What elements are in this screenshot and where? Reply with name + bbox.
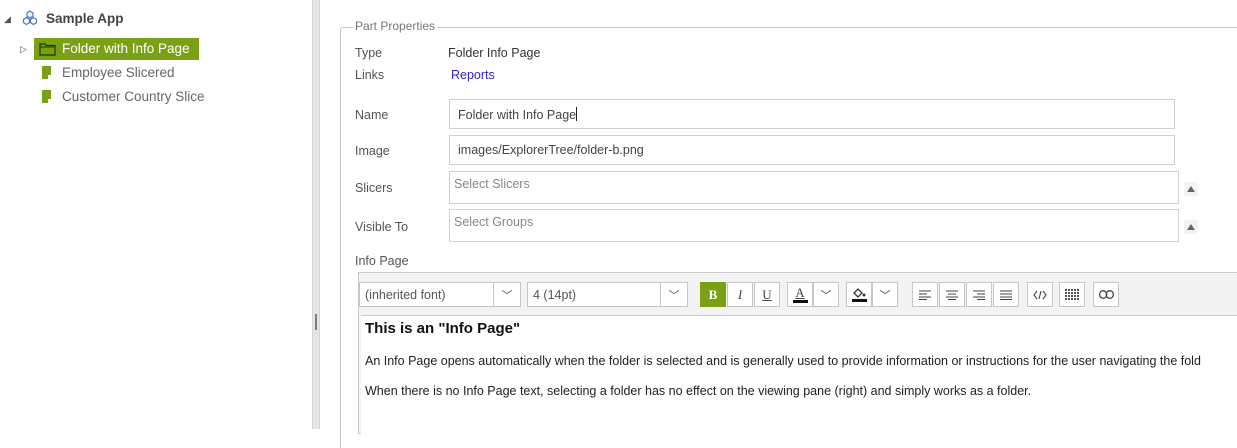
chevron-down-icon[interactable]: ﹀ <box>493 283 520 306</box>
info-page-editor: (inherited font) ﹀ 4 (14pt) ﹀ B I U A ﹀ … <box>358 272 1237 434</box>
tree-item-label: Folder with Info Page <box>62 41 190 56</box>
info-page-label: Info Page <box>355 254 409 268</box>
fieldset-legend: Part Properties <box>353 19 438 33</box>
app-icon <box>22 10 38 31</box>
justify-icon <box>1000 289 1012 300</box>
background-color-button[interactable] <box>846 282 872 307</box>
tree-item-folder-with-info-page[interactable]: Folder with Info Page <box>34 38 199 60</box>
underline-button[interactable]: U <box>754 282 780 307</box>
reports-link[interactable]: Reports <box>451 68 495 82</box>
slicers-resize-handle[interactable] <box>1184 182 1198 196</box>
app-label[interactable]: Sample App <box>46 11 124 26</box>
text-color-icon: A <box>795 285 805 300</box>
align-center-icon <box>946 289 958 300</box>
info-page-paragraph-2: When there is no Info Page text, selecti… <box>365 384 1032 398</box>
text-color-dropdown[interactable]: ﹀ <box>813 282 839 307</box>
links-label: Links <box>355 68 385 82</box>
link-icon <box>1098 290 1114 299</box>
folder-icon <box>39 42 56 61</box>
align-center-button[interactable] <box>939 282 965 307</box>
chevron-down-icon[interactable]: ﹀ <box>660 283 687 306</box>
font-size-value: 4 (14pt) <box>533 288 577 302</box>
image-field[interactable]: images/ExplorerTree/folder-b.png <box>449 135 1175 165</box>
info-page-paragraph-1: An Info Page opens automatically when th… <box>365 354 1201 368</box>
resize-arrow-icon <box>1187 224 1195 230</box>
slicer-icon <box>42 90 51 103</box>
text-color-button[interactable]: A <box>787 282 813 307</box>
type-label: Type <box>355 46 383 60</box>
justify-button[interactable] <box>993 282 1019 307</box>
align-right-button[interactable] <box>966 282 992 307</box>
tree-item-label: Customer Country Slice <box>62 89 205 104</box>
name-value: Folder with Info Page <box>458 108 577 122</box>
visible-to-label: Visible To <box>355 220 409 234</box>
font-size-select[interactable]: 4 (14pt) ﹀ <box>527 282 688 307</box>
view-source-button[interactable] <box>1027 282 1053 307</box>
visible-to-select[interactable]: Select Groups <box>449 209 1179 242</box>
name-label: Name <box>355 108 389 122</box>
slicers-select[interactable]: Select Slicers <box>449 171 1179 204</box>
slicers-placeholder: Select Slicers <box>454 177 530 191</box>
visible-to-resize-handle[interactable] <box>1184 220 1198 234</box>
slicer-icon <box>42 66 51 79</box>
bold-button[interactable]: B <box>700 282 726 307</box>
splitter-grip[interactable] <box>315 314 317 330</box>
name-field[interactable]: Folder with Info Page <box>449 99 1175 129</box>
code-icon <box>1033 290 1047 299</box>
editor-content-area[interactable]: This is an "Info Page" An Info Page open… <box>361 315 1237 434</box>
tree-item-label: Employee Slicered <box>62 65 175 80</box>
color-swatch <box>851 299 867 302</box>
type-value: Folder Info Page <box>448 46 541 60</box>
insert-link-button[interactable] <box>1093 282 1119 307</box>
background-color-dropdown[interactable]: ﹀ <box>872 282 898 307</box>
resize-arrow-icon <box>1187 186 1195 192</box>
paint-bucket-icon <box>853 288 866 298</box>
expand-arrow-icon[interactable]: ▷ <box>20 44 27 55</box>
font-family-select[interactable]: (inherited font) ﹀ <box>359 282 521 307</box>
pane-splitter[interactable] <box>312 0 320 429</box>
image-value: images/ExplorerTree/folder-b.png <box>458 143 644 157</box>
align-right-icon <box>973 289 985 300</box>
slicers-label: Slicers <box>355 181 393 195</box>
align-left-icon <box>919 289 931 300</box>
collapse-arrow-icon[interactable]: ◢ <box>4 14 11 25</box>
image-label: Image <box>355 144 390 158</box>
text-cursor <box>576 107 578 121</box>
font-family-value: (inherited font) <box>365 288 446 302</box>
color-swatch <box>792 300 808 303</box>
italic-button[interactable]: I <box>727 282 753 307</box>
info-page-heading: This is an "Info Page" <box>365 320 521 337</box>
properties-panel: Part Properties Type Folder Info Page Li… <box>320 0 1237 448</box>
editor-toolbar: (inherited font) ﹀ 4 (14pt) ﹀ B I U A ﹀ … <box>359 273 1237 315</box>
visible-to-placeholder: Select Groups <box>454 215 534 229</box>
table-grid-icon <box>1065 288 1079 300</box>
align-left-button[interactable] <box>912 282 938 307</box>
insert-table-button[interactable] <box>1059 282 1085 307</box>
explorer-tree: ◢ Sample App ▷ Folder with Info Page Emp… <box>0 0 312 429</box>
